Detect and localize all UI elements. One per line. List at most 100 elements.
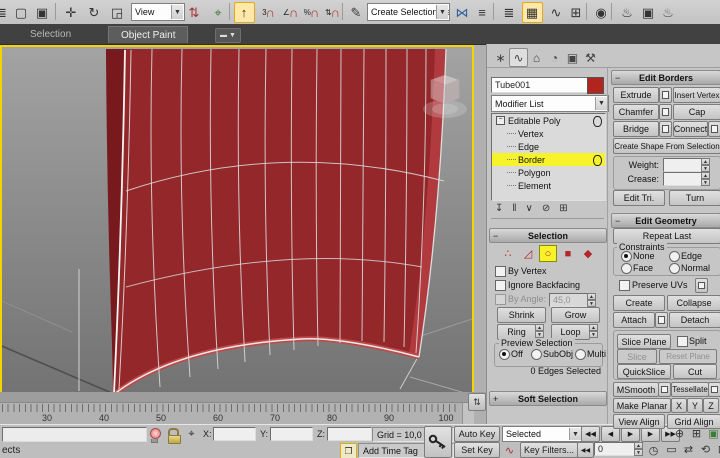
isolate-selection-icon[interactable] — [150, 428, 159, 440]
make-unique-icon[interactable]: ∨ — [526, 203, 533, 214]
select-and-manipulate-icon[interactable]: ⌖ — [208, 2, 229, 23]
ignore-backfacing-checkbox[interactable] — [495, 280, 506, 291]
absolute-mode-transform-icon[interactable]: ⌖ — [184, 427, 199, 441]
spinner-snap-icon[interactable]: ⇅∩ — [322, 2, 343, 23]
tessellate-settings-button[interactable] — [708, 382, 720, 397]
scene-window-icon[interactable]: ❐ — [340, 443, 357, 458]
cap-button[interactable]: Cap — [673, 104, 720, 120]
collapse-button[interactable]: Collapse — [667, 295, 720, 311]
y-coordinate-field[interactable] — [270, 427, 313, 441]
connect-settings-button[interactable] — [708, 121, 720, 137]
crease-field[interactable] — [663, 172, 704, 186]
planar-x-button[interactable]: X — [671, 398, 687, 413]
tab-create[interactable]: ∗ — [491, 48, 510, 67]
tab-display[interactable]: ▣ — [563, 48, 582, 67]
schematic-view-icon[interactable]: ⊞ — [566, 2, 587, 23]
weight-field[interactable] — [663, 158, 704, 172]
detach-button[interactable]: Detach — [669, 312, 720, 328]
tab-utilities[interactable]: ⚒ — [581, 48, 600, 67]
edit-geometry-rollout-header[interactable]: −Edit Geometry — [611, 213, 720, 228]
ring-spinner[interactable]: ▲▼ — [535, 324, 544, 338]
modifier-stack-row[interactable]: Vertex — [492, 127, 605, 140]
set-key-button[interactable]: Set Key — [454, 442, 500, 458]
perspective-viewport[interactable] — [0, 45, 474, 394]
msmooth-button[interactable]: MSmooth — [613, 382, 659, 397]
create-shape-button[interactable]: Create Shape From Selection — [613, 138, 720, 154]
modifier-list-dropdown[interactable]: Modifier List▼ — [491, 95, 609, 112]
constraint-edge-radio[interactable] — [669, 251, 680, 262]
rectangular-selection-region-icon[interactable]: ▢ — [11, 2, 32, 23]
by-angle-checkbox[interactable] — [495, 294, 506, 305]
modifier-stack[interactable]: − Editable Poly Vertex — [491, 113, 606, 201]
named-selection-sets-dropdown[interactable]: Create Selection Se▼ — [367, 3, 450, 21]
render-setup-icon[interactable]: ♨ — [617, 2, 638, 23]
cut-button[interactable]: Cut — [673, 364, 717, 379]
extrude-button[interactable]: Extrude — [613, 87, 659, 103]
open-mini-curve-editor-button[interactable]: ⇅ — [468, 393, 486, 411]
configure-modifier-sets-icon[interactable]: ⊞ — [559, 203, 567, 214]
tab-modify[interactable]: ∿ — [509, 48, 528, 67]
modifier-stack-row[interactable]: Element — [492, 179, 605, 192]
create-button[interactable]: Create — [613, 295, 665, 311]
border-subobject-icon[interactable]: ○ — [539, 245, 557, 262]
preserve-uvs-settings-button[interactable] — [695, 278, 708, 293]
ribbon-tab[interactable]: Selection — [18, 26, 83, 42]
grid-align-button[interactable]: Grid Align — [667, 414, 720, 429]
object-name-field[interactable]: Tube001 — [491, 77, 588, 93]
ribbon-minimize-button[interactable]: ▬▼ — [215, 28, 241, 43]
window-crossing-selection-icon[interactable]: ▣ — [32, 2, 53, 23]
keyboard-shortcut-override-icon[interactable]: ↑ — [234, 2, 255, 23]
curve-editor-icon[interactable]: ∿ — [546, 2, 567, 23]
layer-manager-icon[interactable]: ≣ — [499, 2, 520, 23]
by-vertex-checkbox[interactable] — [495, 266, 506, 277]
material-editor-icon[interactable]: ◉ — [591, 2, 612, 23]
preview-subobj-radio[interactable] — [531, 349, 542, 360]
modifier-stack-row[interactable]: Polygon — [492, 166, 605, 179]
current-frame-field[interactable]: 0 — [594, 442, 637, 456]
loop-spinner[interactable]: ▲▼ — [589, 324, 598, 338]
planar-y-button[interactable]: Y — [687, 398, 703, 413]
bridge-button[interactable]: Bridge — [613, 121, 659, 137]
insert-vertex-button[interactable]: Insert Vertex — [673, 87, 720, 103]
connect-button[interactable]: Connect — [673, 121, 708, 137]
auto-key-button[interactable]: Auto Key — [454, 426, 500, 442]
element-subobject-icon[interactable]: ◆ — [579, 245, 597, 262]
new-key-curve-icon[interactable]: ∿ — [502, 443, 517, 457]
zoom-region-icon[interactable]: ▭ — [664, 442, 679, 456]
edit-named-selection-sets-icon[interactable]: ✎ — [346, 2, 367, 23]
edit-borders-rollout-header[interactable]: −Edit Borders — [611, 70, 720, 85]
polygon-subobject-icon[interactable]: ■ — [559, 245, 577, 262]
slice-plane-button[interactable]: Slice Plane — [617, 334, 671, 349]
quickslice-button[interactable]: QuickSlice — [617, 364, 671, 379]
by-angle-spinner[interactable]: ▲▼ — [587, 293, 596, 307]
go-to-start-icon[interactable]: ◀◀ — [581, 426, 600, 442]
show-end-result-icon[interactable]: ‖ — [512, 203, 516, 214]
chamfer-settings-button[interactable] — [659, 104, 672, 120]
modifier-stack-row[interactable]: − Editable Poly — [492, 114, 605, 127]
msmooth-settings-button[interactable] — [658, 382, 671, 397]
preview-multi-radio[interactable] — [575, 349, 586, 360]
object-color-swatch[interactable] — [587, 77, 604, 94]
slice-button[interactable]: Slice — [617, 349, 657, 364]
render-production-icon[interactable]: ♨ — [658, 2, 679, 23]
align-icon[interactable]: ≡ — [472, 2, 493, 23]
weight-spinner[interactable]: ▲▼ — [701, 158, 710, 172]
bridge-settings-button[interactable] — [659, 121, 672, 137]
percent-snap-icon[interactable]: %∩ — [301, 2, 322, 23]
split-checkbox[interactable] — [677, 336, 688, 347]
constraint-none-radio[interactable] — [621, 251, 632, 262]
constraint-normal-radio[interactable] — [669, 263, 680, 274]
mirror-icon[interactable]: ⋈ — [452, 2, 473, 23]
key-filters-button[interactable]: Key Filters... — [520, 442, 578, 458]
frame-spinner[interactable]: ▲▼ — [634, 442, 643, 456]
by-angle-field[interactable]: 45,0 — [549, 293, 590, 307]
set-keys-button[interactable] — [424, 426, 452, 458]
pin-stack-icon[interactable]: ↧ — [495, 203, 503, 214]
ribbon-tab[interactable]: Object Paint — [108, 26, 188, 43]
use-pivot-point-center-icon[interactable]: ⇅ — [184, 2, 205, 23]
select-and-move-icon[interactable]: ✛ — [61, 2, 82, 23]
key-filter-set-dropdown[interactable]: Selected▼ — [502, 426, 583, 442]
time-slider-track[interactable] — [0, 392, 486, 403]
make-planar-button[interactable]: Make Planar — [613, 398, 671, 413]
key-mode-toggle-icon[interactable]: ◀◀ — [577, 442, 594, 458]
